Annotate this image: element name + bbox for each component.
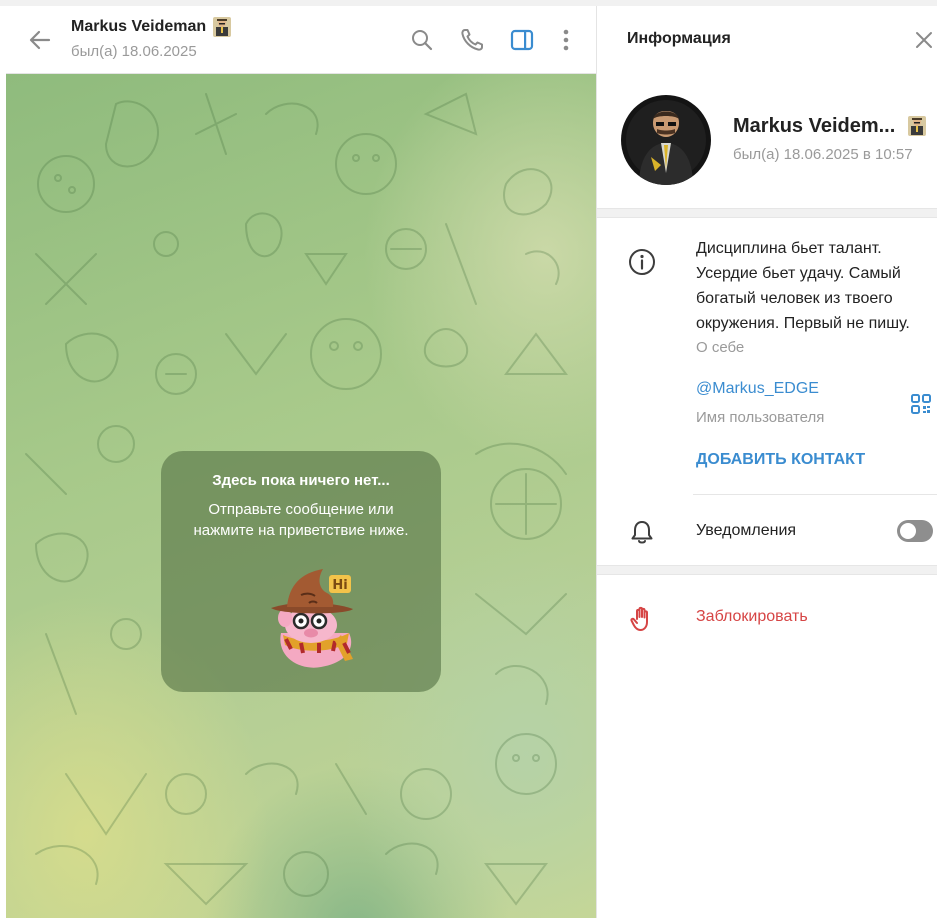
divider xyxy=(693,494,937,495)
section-separator xyxy=(597,208,937,218)
bio-line4: окружения. Первый не пишу. xyxy=(696,315,910,332)
empty-chat-hint-line2: нажмите на приветствие ниже. xyxy=(193,522,409,539)
more-vertical-icon[interactable] xyxy=(552,26,580,54)
qr-code-icon[interactable] xyxy=(910,393,932,415)
bell-icon xyxy=(631,521,653,544)
search-icon[interactable] xyxy=(408,26,436,54)
notifications-label: Уведомления xyxy=(696,522,797,539)
emoji-status-icon[interactable] xyxy=(905,114,929,138)
profile-bio: Дисциплина бьет талант. Усердие бьет уда… xyxy=(696,236,932,336)
block-user-button[interactable]: Заблокировать xyxy=(696,608,808,626)
chat-wallpaper: Здесь пока ничего нет... Отправьте сообщ… xyxy=(6,74,596,918)
info-icon xyxy=(629,249,655,275)
chat-pane: Markus Veideman был(а) 18.06.2025 Здесь … xyxy=(6,6,596,918)
back-arrow-icon[interactable] xyxy=(26,26,54,54)
section-separator xyxy=(597,565,937,575)
bio-line2: Усердие бьет удачу. Самый xyxy=(696,265,901,282)
empty-chat-hint-line1: Отправьте сообщение или xyxy=(208,501,394,518)
profile-name: Markus Veidem... xyxy=(733,114,896,137)
peer-name[interactable]: Markus Veideman xyxy=(71,18,206,36)
profile-last-seen: был(а) 18.06.2025 в 10:57 xyxy=(733,146,913,163)
bio-line1: Дисциплина бьет талант. xyxy=(696,240,882,257)
username-link[interactable]: @Markus_EDGE xyxy=(696,380,819,398)
notifications-toggle[interactable] xyxy=(897,520,933,542)
profile-name-row: Markus Veidem... xyxy=(733,114,929,138)
bio-line3: богатый человек из твоего xyxy=(696,290,893,307)
sticker-hi-text: Hi xyxy=(332,578,347,593)
empty-chat-title: Здесь пока ничего нет... xyxy=(212,472,390,489)
toggle-knob xyxy=(900,523,916,539)
profile-info-panel: Информация Markus Veidem... был(а) 18.06… xyxy=(596,6,937,918)
chat-header[interactable]: Markus Veideman был(а) 18.06.2025 xyxy=(6,6,596,74)
add-contact-button[interactable]: ДОБАВИТЬ КОНТАКТ xyxy=(696,451,865,469)
greeting-sticker[interactable]: Hi xyxy=(261,563,361,673)
bio-label: О себе xyxy=(696,339,745,356)
peer-last-seen: был(а) 18.06.2025 xyxy=(71,43,197,60)
peer-name-row[interactable]: Markus Veideman xyxy=(71,15,234,39)
empty-chat-hint: Отправьте сообщение или нажмите на приве… xyxy=(171,499,431,541)
info-panel-title: Информация xyxy=(627,30,731,47)
empty-chat-card: Здесь пока ничего нет... Отправьте сообщ… xyxy=(161,451,441,692)
username-label: Имя пользователя xyxy=(696,409,825,426)
profile-avatar[interactable] xyxy=(621,95,711,185)
block-hand-icon xyxy=(630,606,648,631)
sidebar-panel-icon[interactable] xyxy=(508,26,536,54)
close-icon[interactable] xyxy=(913,29,935,51)
emoji-status-icon[interactable] xyxy=(210,15,234,39)
phone-icon[interactable] xyxy=(458,26,486,54)
telegram-web-app: Markus Veideman был(а) 18.06.2025 Здесь … xyxy=(0,6,937,918)
